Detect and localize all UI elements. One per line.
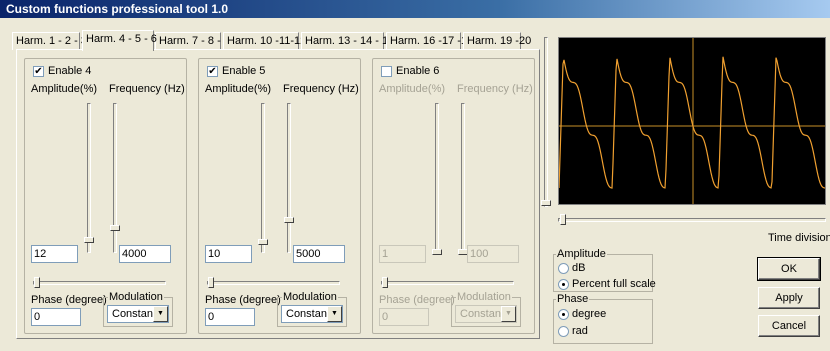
frequency-slider[interactable] xyxy=(284,217,294,223)
frequency-input[interactable]: 100 xyxy=(467,245,519,263)
amplitude-slider[interactable] xyxy=(258,239,268,245)
amplitude-slider[interactable] xyxy=(84,237,94,243)
amplitude-label: Amplitude(%) xyxy=(31,83,98,95)
modulation-value: Constant xyxy=(112,308,157,320)
apply-button[interactable]: Apply xyxy=(758,287,820,309)
main-window: Custom functions professional tool 1.0 H… xyxy=(0,0,830,351)
enable-5-label: Enable 5 xyxy=(222,65,266,77)
chevron-down-icon[interactable]: ▼ xyxy=(501,306,516,322)
harmonic-6-group: Enable 6 Amplitude(%) Frequency (Hz) 1 1… xyxy=(372,58,535,334)
waveform-plot xyxy=(558,38,826,204)
phase-slider-track xyxy=(33,281,166,285)
time-division-slider[interactable] xyxy=(560,214,566,225)
ok-button[interactable]: OK xyxy=(757,257,821,281)
radio-percent-full-scale-label: Percent full scale xyxy=(572,278,656,290)
phase-slider[interactable] xyxy=(34,277,40,288)
frequency-label: Frequency (Hz) xyxy=(457,83,533,95)
modulation-select[interactable]: Constant ▼ xyxy=(107,305,169,323)
enable-6-label: Enable 6 xyxy=(396,65,440,77)
amplitude-input[interactable]: 12 xyxy=(31,245,78,263)
waveform-trace xyxy=(558,56,826,189)
modulation-label: Modulation xyxy=(282,291,338,303)
tab-harm-10-12[interactable]: Harm. 10 -11-12 xyxy=(223,32,306,50)
enable-4-checkbox[interactable]: ✔ xyxy=(33,66,44,77)
amplitude-slider[interactable] xyxy=(432,249,442,255)
phase-slider[interactable] xyxy=(382,277,388,288)
tab-harm-1-3[interactable]: Harm. 1 - 2 - 3 xyxy=(12,32,87,50)
chevron-down-icon[interactable]: ▼ xyxy=(153,306,168,322)
amplitude-slider-track xyxy=(435,103,439,253)
title-bar: Custom functions professional tool 1.0 xyxy=(0,0,830,18)
frequency-slider[interactable] xyxy=(110,225,120,231)
phase-input[interactable]: 0 xyxy=(205,308,255,326)
harmonic-5-group: ✔ Enable 5 Amplitude(%) Frequency (Hz) 1… xyxy=(198,58,361,334)
enable-4-label: Enable 4 xyxy=(48,65,92,77)
modulation-label: Modulation xyxy=(456,291,512,303)
amplitude-units-title: Amplitude xyxy=(556,248,607,260)
modulation-select[interactable]: Constant ▼ xyxy=(455,305,517,323)
window-title: Custom functions professional tool 1.0 xyxy=(6,2,229,16)
modulation-select[interactable]: Constant ▼ xyxy=(281,305,343,323)
time-division-label: Time division xyxy=(768,232,830,244)
scope-amplitude-slider[interactable] xyxy=(541,200,551,206)
phase-slider-track xyxy=(207,281,340,285)
radio-rad-label: rad xyxy=(572,325,588,337)
phase-input[interactable]: 0 xyxy=(31,308,81,326)
amplitude-label: Amplitude(%) xyxy=(205,83,272,95)
tab-harm-13-15[interactable]: Harm. 13 - 14 - 15 xyxy=(301,32,394,50)
tab-harm-4-6[interactable]: Harm. 4 - 5 - 6 xyxy=(82,30,157,51)
radio-degree[interactable] xyxy=(558,309,569,320)
radio-rad[interactable] xyxy=(558,326,569,337)
frequency-input[interactable]: 5000 xyxy=(293,245,345,263)
phase-input[interactable]: 0 xyxy=(379,308,429,326)
phase-label: Phase (degree) xyxy=(31,294,107,306)
amplitude-slider-track xyxy=(261,103,265,253)
radio-percent-full-scale[interactable] xyxy=(558,279,569,290)
enable-5-checkbox[interactable]: ✔ xyxy=(207,66,218,77)
phase-slider-track xyxy=(381,281,514,285)
frequency-slider-track xyxy=(287,103,291,253)
tab-harm-19-20[interactable]: Harm. 19 -20 xyxy=(463,32,531,50)
radio-db[interactable] xyxy=(558,263,569,274)
tab-harm-7-9[interactable]: Harm. 7 - 8 - 9 xyxy=(155,32,230,50)
phase-label: Phase (degree) xyxy=(379,294,455,306)
phase-units-title: Phase xyxy=(556,293,590,305)
cancel-button[interactable]: Cancel xyxy=(758,315,820,337)
scope-amplitude-slider-track xyxy=(544,37,548,207)
waveform-display xyxy=(558,37,826,205)
enable-6-checkbox[interactable] xyxy=(381,66,392,77)
tab-harm-16-18[interactable]: Harm. 16 -17 -18 xyxy=(386,32,473,50)
frequency-input[interactable]: 4000 xyxy=(119,245,171,263)
modulation-value: Constant xyxy=(286,308,331,320)
amplitude-input[interactable]: 10 xyxy=(205,245,252,263)
radio-db-label: dB xyxy=(572,262,586,274)
harmonic-4-group: ✔ Enable 4 Amplitude(%) Frequency (Hz) 1… xyxy=(24,58,187,334)
radio-degree-label: degree xyxy=(572,308,607,320)
modulation-label: Modulation xyxy=(108,291,164,303)
time-division-slider-track xyxy=(558,218,826,222)
chevron-down-icon[interactable]: ▼ xyxy=(327,306,342,322)
modulation-value: Constant xyxy=(460,308,505,320)
amplitude-label: Amplitude(%) xyxy=(379,83,446,95)
phase-label: Phase (degree) xyxy=(205,294,281,306)
phase-slider[interactable] xyxy=(208,277,214,288)
frequency-label: Frequency (Hz) xyxy=(109,83,185,95)
frequency-label: Frequency (Hz) xyxy=(283,83,359,95)
frequency-slider-track xyxy=(461,103,465,253)
amplitude-slider-track xyxy=(87,103,91,253)
phase-units-group xyxy=(553,299,653,344)
amplitude-input[interactable]: 1 xyxy=(379,245,426,263)
